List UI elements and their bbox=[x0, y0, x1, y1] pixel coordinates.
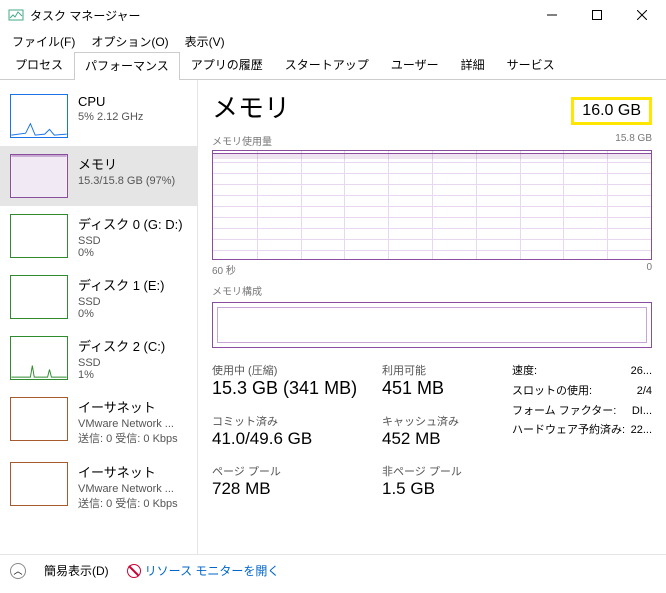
sidebar-item-sub: VMware Network ... bbox=[78, 418, 189, 430]
footer: ︿ 簡易表示(D) リソース モニターを開く bbox=[0, 554, 666, 586]
sidebar-item[interactable]: メモリ 15.3/15.8 GB (97%) bbox=[0, 146, 197, 206]
sidebar-item-title: メモリ bbox=[78, 154, 189, 173]
sidebar-item-title: CPU bbox=[78, 94, 189, 109]
sidebar-item-sub2: 0% bbox=[78, 308, 189, 320]
sidebar-sparkline bbox=[10, 336, 68, 380]
chevron-up-icon[interactable]: ︿ bbox=[10, 563, 26, 579]
content-area: CPU 5% 2.12 GHz メモリ 15.3/15.8 GB (97%) ディスク … bbox=[0, 80, 666, 554]
detail-column: 速度:26... スロットの使用:2/4 フォーム ファクター:DI... ハー… bbox=[512, 362, 652, 499]
axis-left: 60 秒 bbox=[212, 262, 236, 277]
memory-usage-graph[interactable] bbox=[212, 150, 652, 260]
stat-available: 利用可能 451 MB bbox=[382, 362, 512, 399]
stat-cached: キャッシュ済み 452 MB bbox=[382, 413, 512, 449]
sidebar-item-sub2: 1% bbox=[78, 369, 189, 381]
prohibit-icon bbox=[127, 564, 141, 578]
sidebar-item[interactable]: CPU 5% 2.12 GHz bbox=[0, 86, 197, 146]
fewer-details-button[interactable]: 簡易表示(D) bbox=[44, 562, 109, 579]
tab-strip: プロセス パフォーマンス アプリの履歴 スタートアップ ユーザー 詳細 サービス bbox=[0, 52, 666, 80]
memory-composition-graph[interactable] bbox=[212, 302, 652, 348]
sidebar-item-title: イーサネット bbox=[78, 462, 189, 481]
menu-bar: ファイル(F) オプション(O) 表示(V) bbox=[0, 30, 666, 52]
title-bar: タスク マネージャー bbox=[0, 0, 666, 30]
sidebar-item-title: ディスク 1 (E:) bbox=[78, 275, 189, 294]
page-title: メモリ bbox=[212, 88, 290, 125]
sidebar: CPU 5% 2.12 GHz メモリ 15.3/15.8 GB (97%) ディスク … bbox=[0, 80, 198, 554]
menu-view[interactable]: 表示(V) bbox=[179, 31, 231, 52]
sidebar-sparkline bbox=[10, 214, 68, 258]
stat-in-use: 使用中 (圧縮) 15.3 GB (341 MB) bbox=[212, 362, 382, 399]
window-title: タスク マネージャー bbox=[30, 7, 529, 24]
sidebar-item-sub: 5% 2.12 GHz bbox=[78, 111, 189, 123]
sidebar-sparkline bbox=[10, 154, 68, 198]
stat-committed: コミット済み 41.0/49.6 GB bbox=[212, 413, 382, 449]
sidebar-item-sub: VMware Network ... bbox=[78, 483, 189, 495]
sidebar-sparkline bbox=[10, 275, 68, 319]
stat-paged: ページ プール 728 MB bbox=[212, 463, 382, 499]
sidebar-item[interactable]: ディスク 0 (G: D:) SSD0% bbox=[0, 206, 197, 267]
usage-label: メモリ使用量 bbox=[212, 133, 272, 148]
sidebar-item[interactable]: ディスク 1 (E:) SSD0% bbox=[0, 267, 197, 328]
sidebar-item-title: ディスク 0 (G: D:) bbox=[78, 214, 189, 233]
sidebar-item-sub: SSD bbox=[78, 296, 189, 308]
sidebar-sparkline bbox=[10, 462, 68, 506]
sidebar-item-sub2: 0% bbox=[78, 247, 189, 259]
sidebar-item-sub: SSD bbox=[78, 357, 189, 369]
axis-right: 0 bbox=[646, 262, 652, 277]
maximize-button[interactable] bbox=[574, 1, 619, 29]
sidebar-item[interactable]: ディスク 2 (C:) SSD1% bbox=[0, 328, 197, 389]
tab-users[interactable]: ユーザー bbox=[380, 51, 450, 79]
sidebar-item[interactable]: イーサネット VMware Network ...送信: 0 受信: 0 Kbps bbox=[0, 454, 197, 519]
stats-grid: 使用中 (圧縮) 15.3 GB (341 MB) 利用可能 451 MB 速度… bbox=[212, 362, 652, 499]
tab-startup[interactable]: スタートアップ bbox=[274, 51, 380, 79]
resource-monitor-link[interactable]: リソース モニターを開く bbox=[127, 562, 280, 579]
usage-max: 15.8 GB bbox=[615, 133, 652, 148]
total-memory: 16.0 GB bbox=[571, 97, 652, 125]
sidebar-item-title: イーサネット bbox=[78, 397, 189, 416]
close-button[interactable] bbox=[619, 1, 664, 29]
sidebar-item-sub: 15.3/15.8 GB (97%) bbox=[78, 175, 189, 187]
sidebar-sparkline bbox=[10, 94, 68, 138]
tab-details[interactable]: 詳細 bbox=[450, 51, 496, 79]
app-icon bbox=[8, 7, 24, 23]
sidebar-sparkline bbox=[10, 397, 68, 441]
sidebar-item-sub: SSD bbox=[78, 235, 189, 247]
tab-performance[interactable]: パフォーマンス bbox=[74, 52, 180, 80]
tab-app-history[interactable]: アプリの履歴 bbox=[180, 51, 274, 79]
menu-file[interactable]: ファイル(F) bbox=[6, 31, 81, 52]
menu-options[interactable]: オプション(O) bbox=[85, 31, 174, 52]
sidebar-item-sub2: 送信: 0 受信: 0 Kbps bbox=[78, 430, 189, 446]
window-controls bbox=[529, 1, 664, 29]
tab-services[interactable]: サービス bbox=[496, 51, 566, 79]
main-panel: メモリ 16.0 GB メモリ使用量 15.8 GB 60 秒 0 メモリ構成 … bbox=[198, 80, 666, 554]
composition-label: メモリ構成 bbox=[212, 283, 262, 298]
stat-nonpaged: 非ページ プール 1.5 GB bbox=[382, 463, 512, 499]
sidebar-item[interactable]: イーサネット VMware Network ...送信: 0 受信: 0 Kbps bbox=[0, 389, 197, 454]
sidebar-item-sub2: 送信: 0 受信: 0 Kbps bbox=[78, 495, 189, 511]
tab-processes[interactable]: プロセス bbox=[4, 51, 74, 79]
sidebar-item-title: ディスク 2 (C:) bbox=[78, 336, 189, 355]
minimize-button[interactable] bbox=[529, 1, 574, 29]
